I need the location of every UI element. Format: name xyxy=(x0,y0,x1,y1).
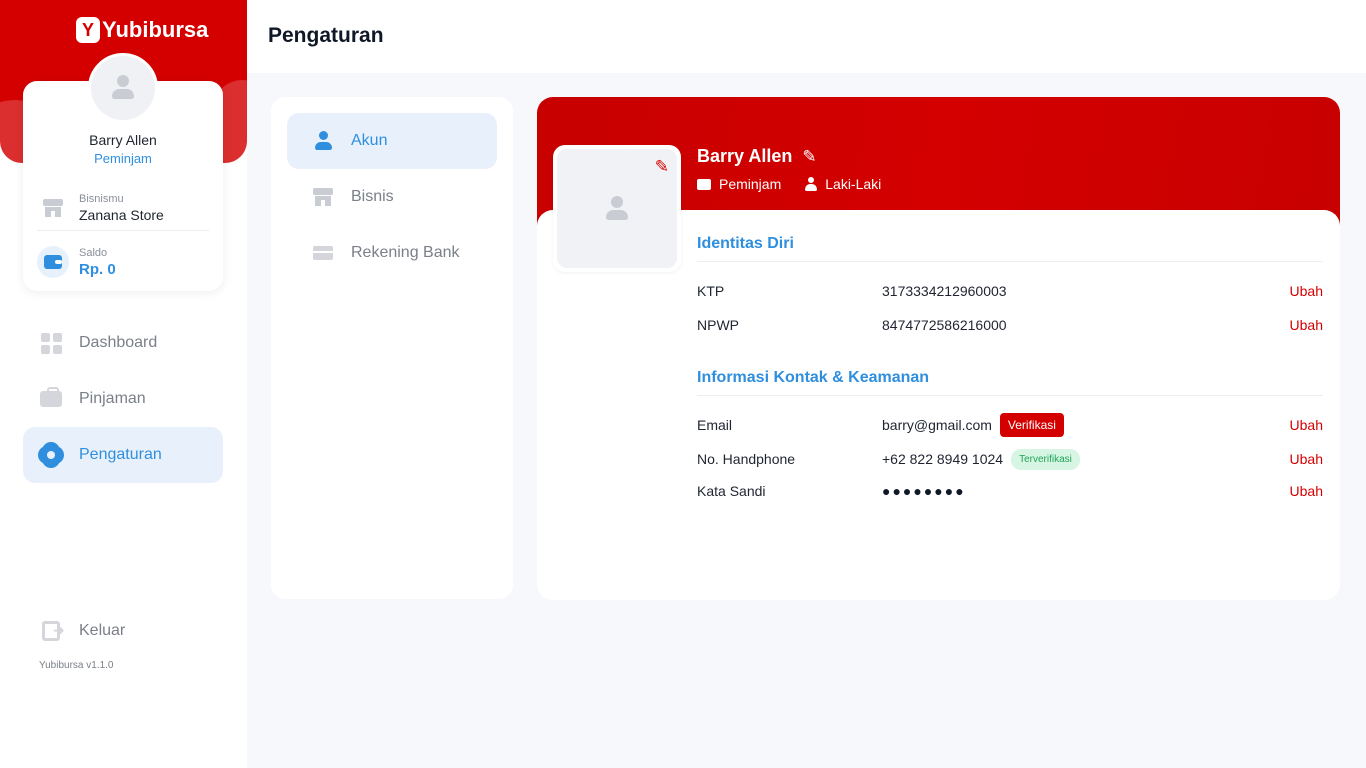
page-title: Pengaturan xyxy=(268,24,384,47)
logout-button[interactable]: Keluar xyxy=(23,603,223,659)
edit-phone-link[interactable]: Ubah xyxy=(1290,451,1323,467)
settings-tab-rekening-bank[interactable]: Rekening Bank xyxy=(287,225,497,281)
profile-photo[interactable]: ✎ xyxy=(553,145,681,272)
edit-photo-icon[interactable]: ✎ xyxy=(655,157,669,177)
nav-pinjaman[interactable]: Pinjaman xyxy=(23,371,223,427)
app-version: Yubibursa v1.1.0 xyxy=(39,660,114,671)
row-ktp: KTP 3173334212960003 Ubah xyxy=(697,281,1323,301)
settings-tab-akun-label: Akun xyxy=(351,132,388,149)
briefcase-icon xyxy=(39,387,63,411)
account-name: Barry Allen xyxy=(697,146,793,166)
account-meta: Peminjam Laki-Laki xyxy=(697,176,905,192)
brand-logo[interactable]: Y Yubibursa xyxy=(76,17,208,43)
section-contact-title: Informasi Kontak & Keamanan xyxy=(697,369,1323,396)
account-gender: Laki-Laki xyxy=(805,176,881,192)
logout-icon xyxy=(39,619,65,643)
gear-icon xyxy=(39,443,63,467)
user-icon xyxy=(311,131,335,151)
phone-label: No. Handphone xyxy=(697,451,796,467)
edit-npwp-link[interactable]: Ubah xyxy=(1290,317,1323,333)
business-label: Bisnismu xyxy=(79,192,124,205)
settings-tab-bisnis-label: Bisnis xyxy=(351,188,394,205)
phone-value: +62 822 8949 1024 xyxy=(882,451,1004,467)
edit-ktp-link[interactable]: Ubah xyxy=(1290,283,1323,299)
store-icon xyxy=(37,191,69,224)
settings-menu: Akun Bisnis Rekening Bank xyxy=(271,97,513,599)
balance-value: Rp. 0 xyxy=(79,260,116,278)
briefcase-icon xyxy=(697,178,711,190)
balance-label: Saldo xyxy=(79,246,108,259)
user-placeholder-icon xyxy=(606,195,628,222)
settings-tab-rekening-bank-label: Rekening Bank xyxy=(351,244,460,261)
logout-label: Keluar xyxy=(79,622,126,639)
row-email: Email barry@gmail.com Verifikasi Ubah xyxy=(697,413,1323,437)
sidebar-avatar[interactable] xyxy=(88,53,158,123)
balance-info[interactable]: Saldo Rp. 0 xyxy=(37,239,209,285)
user-icon xyxy=(805,177,818,191)
brand-logo-mark: Y xyxy=(76,17,100,43)
user-placeholder-icon xyxy=(112,75,134,101)
business-value: Zanana Store xyxy=(79,206,164,223)
nav-pinjaman-label: Pinjaman xyxy=(79,390,146,407)
email-value: barry@gmail.com xyxy=(882,417,992,433)
row-phone: No. Handphone +62 822 8949 1024 Terverif… xyxy=(697,448,1323,470)
top-header: Pengaturan xyxy=(247,0,1366,73)
settings-tab-bisnis[interactable]: Bisnis xyxy=(287,169,497,225)
bank-card-icon xyxy=(311,246,335,260)
settings-tab-akun[interactable]: Akun xyxy=(287,113,497,169)
email-label: Email xyxy=(697,417,733,433)
dashboard-icon xyxy=(39,331,63,355)
account-card: ✎ Barry Allen ✎ Peminjam Laki-Laki Ident… xyxy=(537,97,1340,600)
profile-role: Peminjam xyxy=(94,151,152,166)
account-name-row: Barry Allen ✎ xyxy=(697,146,817,167)
verify-email-button[interactable]: Verifikasi xyxy=(999,413,1064,437)
brand-name: Yubibursa xyxy=(102,17,209,42)
edit-name-icon[interactable]: ✎ xyxy=(802,147,816,167)
npwp-label: NPWP xyxy=(697,317,739,333)
account-role-label: Peminjam xyxy=(719,176,782,192)
row-npwp: NPWP 8474772586216000 Ubah xyxy=(697,315,1323,335)
profile-name: Barry Allen xyxy=(89,132,157,148)
nav-dashboard-label: Dashboard xyxy=(79,334,158,351)
phone-verified-badge: Terverifikasi xyxy=(1011,448,1080,470)
nav-pengaturan-label: Pengaturan xyxy=(79,446,162,463)
sidebar: Y Yubibursa Barry Allen Peminjam Bisnism… xyxy=(0,0,247,768)
section-identity-title: Identitas Diri xyxy=(697,235,1323,262)
password-value: ●●●●●●●● xyxy=(882,483,966,499)
account-gender-label: Laki-Laki xyxy=(825,176,882,192)
account-role: Peminjam xyxy=(697,176,781,192)
ktp-label: KTP xyxy=(697,283,725,299)
password-label: Kata Sandi xyxy=(697,483,766,499)
ktp-value: 3173334212960003 xyxy=(882,283,1007,299)
nav-dashboard[interactable]: Dashboard xyxy=(23,315,223,371)
npwp-value: 8474772586216000 xyxy=(882,317,1007,333)
business-info[interactable]: Bisnismu Zanana Store xyxy=(37,185,209,231)
nav-pengaturan[interactable]: Pengaturan xyxy=(23,427,223,483)
store-icon xyxy=(311,188,335,206)
edit-email-link[interactable]: Ubah xyxy=(1290,417,1323,433)
row-password: Kata Sandi ●●●●●●●● Ubah xyxy=(697,481,1323,501)
edit-password-link[interactable]: Ubah xyxy=(1290,483,1323,499)
wallet-icon xyxy=(37,246,69,278)
